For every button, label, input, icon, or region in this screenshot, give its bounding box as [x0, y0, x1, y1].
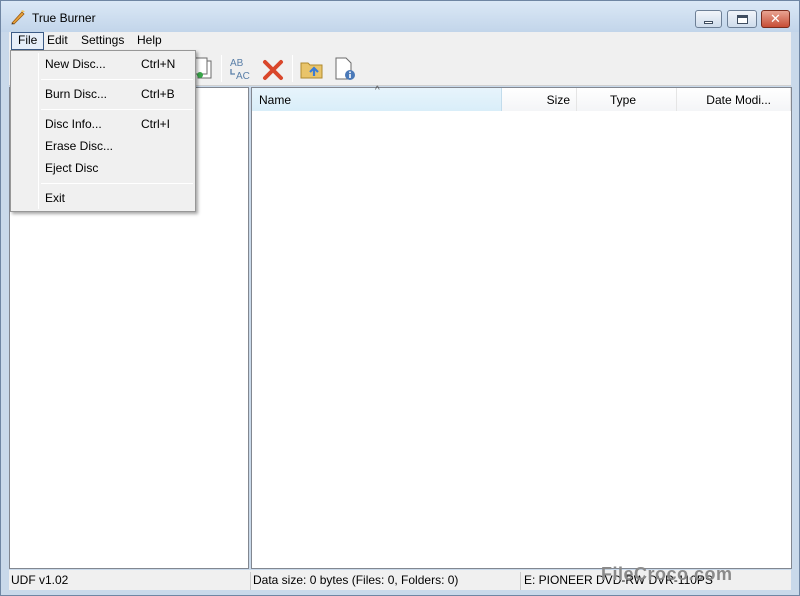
rename-icon[interactable]: AB AC: [228, 56, 252, 82]
column-header-type-label: Type: [610, 93, 637, 107]
column-header-name[interactable]: Name ^: [252, 85, 502, 111]
file-list-pane[interactable]: Name ^ Size Type Date Modi...: [251, 85, 792, 569]
menu-file[interactable]: File: [11, 32, 45, 50]
menu-separator: [41, 183, 193, 184]
folder-up-icon[interactable]: [300, 56, 324, 82]
sort-ascending-icon: ^: [375, 85, 380, 96]
menu-item-eject-disc[interactable]: Eject Disc: [13, 157, 193, 179]
menu-item-burn-disc[interactable]: Burn Disc... Ctrl+B: [13, 83, 193, 105]
app-window: True Burner ✕ File Edit Settings Help AB…: [0, 0, 800, 596]
menu-item-label: New Disc...: [45, 57, 106, 71]
column-header-date-modified[interactable]: Date Modi...: [677, 88, 791, 111]
column-header-name-label: Name: [259, 93, 292, 107]
close-icon: ✕: [770, 11, 781, 26]
menu-separator: [41, 79, 193, 80]
minimize-button[interactable]: [695, 10, 722, 28]
status-data-size: Data size: 0 bytes (Files: 0, Folders: 0…: [250, 572, 520, 590]
column-header-size[interactable]: Size: [502, 88, 577, 111]
menu-item-label: Disc Info...: [45, 117, 102, 131]
delete-icon[interactable]: [261, 56, 285, 82]
minimize-icon: [704, 20, 713, 24]
menu-separator: [41, 109, 193, 110]
menu-help[interactable]: Help: [131, 32, 168, 50]
menu-item-shortcut: Ctrl+B: [141, 87, 175, 101]
rename-glyph-bottom: AC: [236, 71, 250, 82]
menu-edit[interactable]: Edit: [41, 32, 74, 50]
column-header-size-label: Size: [546, 93, 570, 107]
menu-item-disc-info[interactable]: Disc Info... Ctrl+I: [13, 113, 193, 135]
menu-item-erase-disc[interactable]: Erase Disc...: [13, 135, 193, 157]
menu-bar: File Edit Settings Help: [9, 32, 791, 50]
menu-item-label: Eject Disc: [45, 161, 99, 175]
file-menu-dropdown: New Disc... Ctrl+N Burn Disc... Ctrl+B D…: [10, 50, 196, 212]
copy-file-icon[interactable]: [193, 56, 217, 82]
maximize-button[interactable]: [727, 10, 757, 28]
rename-glyph-top: AB: [230, 58, 244, 69]
watermark-logo: FileCroco.com: [601, 564, 733, 584]
column-header-date-label: Date Modi...: [706, 93, 771, 107]
menu-item-label: Erase Disc...: [45, 139, 114, 153]
status-format: UDF v1.02: [11, 573, 69, 587]
menu-item-shortcut: Ctrl+N: [141, 57, 176, 71]
title-bar[interactable]: True Burner ✕: [1, 1, 799, 32]
toolbar-separator: [292, 55, 293, 82]
toolbar-separator: [221, 55, 222, 82]
window-title: True Burner: [32, 11, 96, 25]
menu-item-label: Exit: [45, 191, 66, 205]
menu-item-label: Burn Disc...: [45, 87, 108, 101]
menu-settings[interactable]: Settings: [75, 32, 130, 50]
menu-item-shortcut: Ctrl+I: [141, 117, 171, 131]
properties-icon[interactable]: [333, 56, 357, 82]
menu-item-exit[interactable]: Exit: [13, 187, 193, 209]
maximize-icon: [736, 14, 748, 24]
flame-pen-icon: [11, 10, 25, 25]
column-header-type[interactable]: Type: [577, 88, 677, 111]
close-button[interactable]: ✕: [761, 10, 790, 28]
menu-item-new-disc[interactable]: New Disc... Ctrl+N: [13, 53, 193, 75]
